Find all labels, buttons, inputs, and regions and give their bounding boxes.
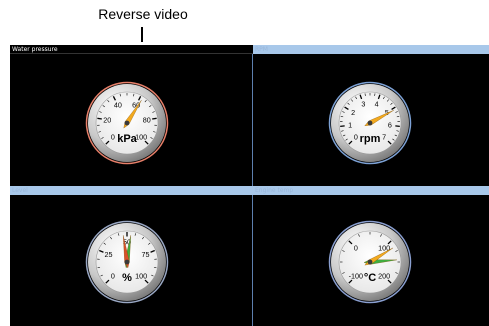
gauge-svg: 02040 6080100kPa <box>85 81 169 165</box>
gauge-tick-label: 25 <box>105 250 113 259</box>
gauge-tick-label: 200 <box>378 272 390 281</box>
gauge-hub <box>124 259 130 265</box>
gauge-tick-label: 100 <box>135 272 147 281</box>
gauge-major-tick <box>97 117 102 120</box>
screenshot-root: Reverse video Water pressure 0 20 40 60 80 10… <box>0 0 489 326</box>
gauge-tick-label: 80 <box>143 115 151 124</box>
gauge-hub <box>367 120 373 126</box>
callout-label: Reverse video <box>98 6 188 22</box>
gauge-tick-label: 4 <box>375 100 379 109</box>
gauge-svg: 0255075100% <box>85 220 169 304</box>
gauge-unit-label: kPa <box>117 133 137 145</box>
gauge-unit-label: % <box>122 272 132 284</box>
gauge-tick-label: 20 <box>103 115 111 124</box>
dashboard-grid: Water pressure 0 20 40 60 80 100 kPa RPM 01234… <box>10 45 489 326</box>
panel-header-rpm[interactable]: RPM <box>253 45 489 54</box>
gauge-hub <box>367 259 373 265</box>
gauge-tick-label: 40 <box>114 101 122 110</box>
gauge-major-tick <box>152 117 157 120</box>
gauge-unit-label: rpm <box>360 133 381 145</box>
gauge-tick-label: 2 <box>351 108 355 117</box>
gauge-svg: -1000 100200°C <box>328 220 412 304</box>
panel-rpm[interactable]: RPM 0 1 2 3 4 5 6 7 rpm <box>253 45 489 186</box>
gauge-engine-temp[interactable]: -100 0 100 200 °C <box>328 220 412 304</box>
callout-pointer-line <box>141 27 143 42</box>
gauge-unit-label: °C <box>364 272 376 284</box>
panel-header-level[interactable]: Level <box>10 186 253 195</box>
panel-level[interactable]: Level 0 25 50 75 100% <box>10 186 253 326</box>
panel-engine-temp[interactable]: Engine temp -100 0 100 200 °C <box>253 186 489 326</box>
gauge-tick-label: 6 <box>388 121 392 130</box>
gauge-tick-label: 0 <box>111 133 115 142</box>
gauge-hub <box>124 120 130 126</box>
gauge-tick-label: 1 <box>348 121 352 130</box>
gauge-major-tick <box>340 125 345 128</box>
gauge-tick-label: 3 <box>361 100 365 109</box>
gauge-svg: 0123 4567rpm <box>328 81 412 165</box>
gauge-tick-label: -100 <box>349 272 363 281</box>
gauge-tick-label: 75 <box>141 250 149 259</box>
panel-header-water-pressure[interactable]: Water pressure <box>10 45 253 54</box>
gauge-tick-label: 0 <box>111 272 115 281</box>
gauge-tick-label: 0 <box>354 243 358 252</box>
panel-header-engine-temp[interactable]: Engine temp <box>253 186 489 195</box>
gauge-water-pressure[interactable]: 0 20 40 60 80 100 kPa <box>85 81 169 165</box>
gauge-tick-label: 7 <box>382 133 386 142</box>
panel-water-pressure[interactable]: Water pressure 0 20 40 60 80 100 kPa <box>10 45 253 186</box>
gauge-major-tick <box>395 125 400 128</box>
gauge-level[interactable]: 0 25 50 75 100% <box>85 220 169 304</box>
gauge-rpm[interactable]: 0 1 2 3 4 5 6 7 rpm <box>328 81 412 165</box>
gauge-tick-label: 0 <box>354 133 358 142</box>
gauge-tick-label: 100 <box>135 133 147 142</box>
reverse-video-callout: Reverse video <box>80 6 206 42</box>
